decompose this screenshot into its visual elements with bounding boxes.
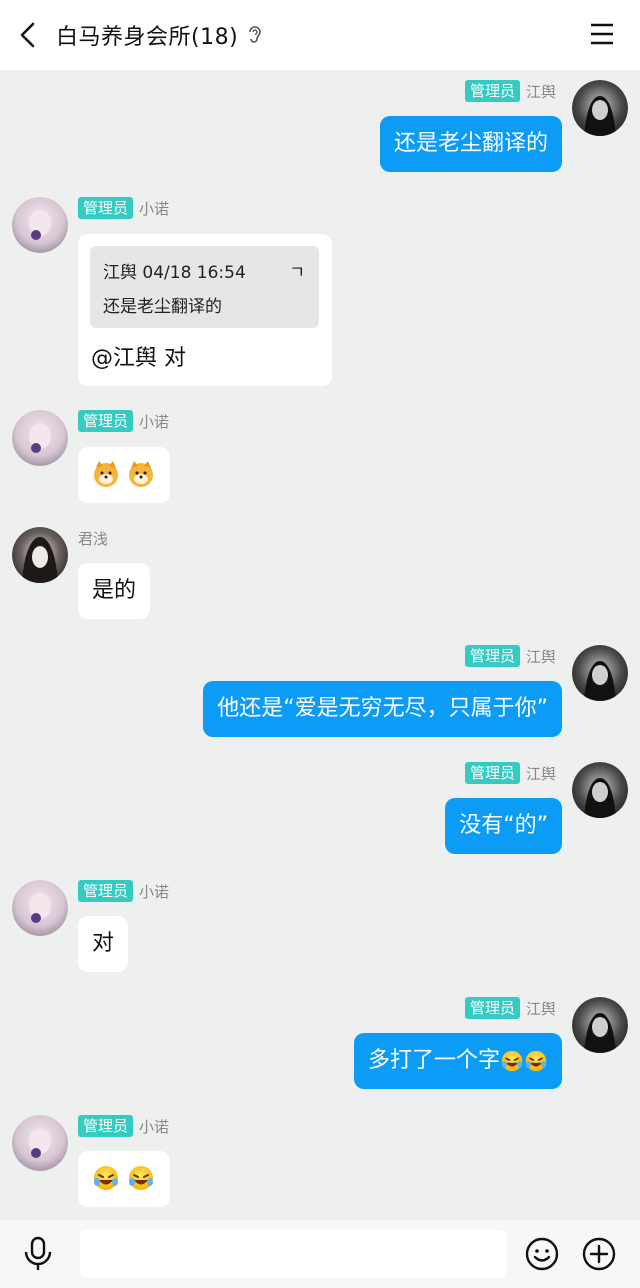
message-outgoing: 管理员 江舆 没有“的” xyxy=(0,762,640,862)
avatar[interactable] xyxy=(572,997,628,1053)
sender-name: 小诺 xyxy=(139,412,170,431)
reply-text: @江舆 对 xyxy=(91,346,186,371)
sender-meta: 管理员 小诺 xyxy=(78,410,169,432)
sender-name: 江舆 xyxy=(525,764,556,783)
avatar-image xyxy=(572,997,628,1053)
admin-badge: 管理员 xyxy=(464,997,520,1019)
sender-name: 江舆 xyxy=(525,999,556,1018)
sender-meta: 管理员 江舆 xyxy=(464,80,556,102)
chevron-left-icon[interactable] xyxy=(14,20,42,50)
avatar[interactable] xyxy=(12,1115,68,1171)
message-bubble[interactable]: 多打了一个字 xyxy=(353,1033,562,1089)
message-outgoing: 管理员 江舆 他还是“爱是无穷无尽，只属于你” xyxy=(0,645,640,745)
sender-meta: 管理员 江舆 xyxy=(464,762,556,784)
avatar[interactable] xyxy=(12,527,68,583)
message-bubble[interactable]: 没有“的” xyxy=(445,798,562,854)
chat-message-list[interactable]: 管理员 江舆 还是老尘翻译的 管理员 小诺 江舆 04/18 16:54 ㄱ 还… xyxy=(0,70,640,1220)
sender-name: 小诺 xyxy=(139,882,170,901)
avatar-image xyxy=(12,527,68,583)
avatar[interactable] xyxy=(12,880,68,936)
chat-title-group[interactable]: 白马养身会所(18) xyxy=(56,20,264,50)
admin-badge: 管理员 xyxy=(78,410,134,432)
avatar-image xyxy=(12,410,68,466)
quote-close-glyph: ㄱ xyxy=(289,263,305,283)
avatar-image xyxy=(12,880,68,936)
doge-emoji xyxy=(129,461,153,487)
avatar[interactable] xyxy=(572,762,628,818)
message-bubble-with-quote[interactable]: 江舆 04/18 16:54 ㄱ 还是老尘翻译的 @江舆 对 xyxy=(78,234,332,386)
smiley-icon[interactable] xyxy=(525,1237,559,1271)
message-incoming: 管理员 小诺 xyxy=(0,410,640,510)
message-bubble[interactable]: 他还是“爱是无穷无尽，只属于你” xyxy=(203,681,562,737)
admin-badge: 管理员 xyxy=(464,645,520,667)
message-bubble[interactable] xyxy=(78,1151,170,1207)
laugh-tears-emoji xyxy=(129,1166,153,1190)
message-bubble[interactable] xyxy=(78,447,170,503)
doge-emoji xyxy=(94,461,118,487)
sender-name: 小诺 xyxy=(139,199,170,218)
sender-meta: 管理员 小诺 xyxy=(78,1115,169,1137)
message-outgoing: 管理员 江舆 多打了一个字 xyxy=(0,997,640,1097)
avatar-image xyxy=(12,1115,68,1171)
sender-meta: 君浅 xyxy=(78,527,108,549)
message-input[interactable] xyxy=(80,1230,506,1278)
top-bar: 白马养身会所(18) xyxy=(0,0,640,70)
message-incoming: 君浅 是的 xyxy=(0,527,640,627)
sender-name: 君浅 xyxy=(78,529,109,548)
microphone-icon[interactable] xyxy=(22,1236,54,1272)
avatar-image xyxy=(572,645,628,701)
sender-name: 小诺 xyxy=(139,1117,170,1136)
admin-badge: 管理员 xyxy=(464,762,520,784)
message-text: 多打了一个字 xyxy=(367,1048,500,1073)
message-outgoing: 管理员 江舆 还是老尘翻译的 xyxy=(0,80,640,180)
admin-badge: 管理员 xyxy=(78,1115,134,1137)
input-bar xyxy=(0,1220,640,1288)
sender-meta: 管理员 江舆 xyxy=(464,645,556,667)
sender-meta: 管理员 江舆 xyxy=(464,997,556,1019)
ear-icon xyxy=(249,26,261,43)
laugh-tears-emoji xyxy=(525,1050,547,1072)
avatar[interactable] xyxy=(572,645,628,701)
avatar-image xyxy=(572,80,628,136)
laugh-tears-emoji xyxy=(501,1050,523,1072)
sender-name: 江舆 xyxy=(525,647,556,666)
admin-badge: 管理员 xyxy=(78,197,134,219)
sender-meta: 管理员 小诺 xyxy=(78,880,169,902)
quoted-text: 还是老尘翻译的 xyxy=(103,297,222,317)
laugh-tears-emoji xyxy=(94,1166,118,1190)
message-incoming: 管理员 小诺 对 xyxy=(0,880,640,980)
avatar[interactable] xyxy=(12,197,68,253)
message-incoming: 管理员 小诺 江舆 04/18 16:54 ㄱ 还是老尘翻译的 @江舆 对 xyxy=(0,197,640,387)
hamburger-menu-icon[interactable] xyxy=(590,22,614,46)
message-bubble[interactable]: 是的 xyxy=(78,563,151,619)
quoted-header: 江舆 04/18 16:54 xyxy=(103,263,246,283)
message-incoming: 管理员 小诺 xyxy=(0,1115,640,1215)
sender-meta: 管理员 小诺 xyxy=(78,197,169,219)
message-bubble[interactable]: 对 xyxy=(78,916,129,972)
avatar[interactable] xyxy=(572,80,628,136)
avatar[interactable] xyxy=(12,410,68,466)
admin-badge: 管理员 xyxy=(464,80,520,102)
sender-name: 江舆 xyxy=(525,82,556,101)
avatar-image xyxy=(12,197,68,253)
quoted-message[interactable]: 江舆 04/18 16:54 ㄱ 还是老尘翻译的 xyxy=(90,246,319,328)
avatar-image xyxy=(572,762,628,818)
admin-badge: 管理员 xyxy=(78,880,134,902)
message-bubble[interactable]: 还是老尘翻译的 xyxy=(379,116,562,172)
plus-circle-icon[interactable] xyxy=(582,1237,616,1271)
page-title: 白马养身会所(18) xyxy=(56,25,239,50)
